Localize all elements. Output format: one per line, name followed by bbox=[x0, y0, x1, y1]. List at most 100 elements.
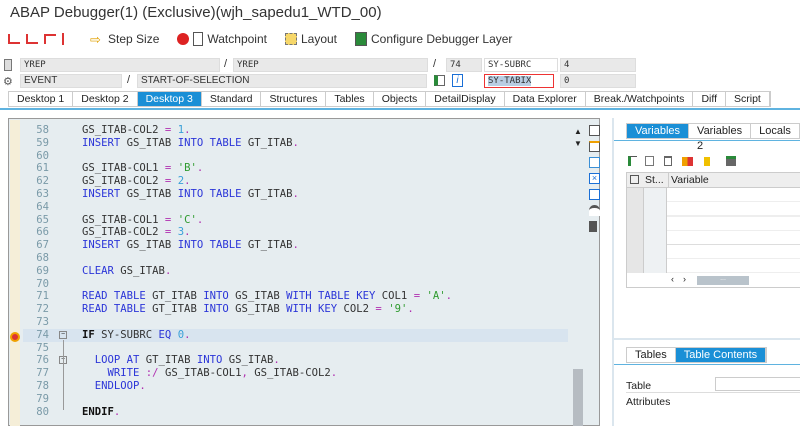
table-input[interactable] bbox=[715, 377, 800, 391]
code-token: 'A' bbox=[426, 290, 446, 303]
variable-rows[interactable] bbox=[666, 188, 800, 273]
code-line[interactable]: 76 LOOP AT GT_ITAB INTO GS_ITAB. bbox=[23, 354, 568, 367]
tab-diff[interactable]: Diff bbox=[693, 92, 726, 106]
tab-structures[interactable]: Structures bbox=[261, 92, 327, 106]
tab-locals[interactable]: Locals bbox=[751, 124, 800, 138]
tab-script[interactable]: Script bbox=[726, 92, 770, 106]
code-line[interactable]: 58 GS_ITAB-COL2 = 1. bbox=[23, 124, 568, 137]
breakpoint-gutter[interactable] bbox=[10, 120, 20, 426]
code-line[interactable]: 80 ENDIF. bbox=[23, 406, 568, 419]
tab-standard[interactable]: Standard bbox=[202, 92, 262, 106]
add-variable-icon[interactable] bbox=[628, 156, 637, 166]
code-token: :/ bbox=[145, 367, 165, 380]
fold-toggle-icon[interactable]: − bbox=[59, 331, 67, 339]
configure-debugger-layer-button[interactable]: Configure Debugger Layer bbox=[355, 32, 512, 46]
layout-button[interactable]: Layout bbox=[284, 32, 337, 46]
code-line[interactable]: 66 GS_ITAB-COL2 = 3. bbox=[23, 226, 568, 239]
expand-width-icon[interactable] bbox=[589, 189, 600, 200]
status-column-header[interactable]: St... bbox=[645, 173, 664, 187]
tab-desktop-1[interactable]: Desktop 1 bbox=[9, 92, 74, 106]
split-icon[interactable] bbox=[704, 157, 710, 166]
source-code-editor[interactable]: 58 GS_ITAB-COL2 = 1. 59 INSERT GS_ITAB INTO… bbox=[8, 118, 600, 426]
execute-step-icon[interactable] bbox=[26, 34, 38, 44]
line-number: 65 bbox=[36, 213, 49, 226]
tab-table-contents[interactable]: Table Contents bbox=[675, 348, 767, 362]
watchpoint-button[interactable]: Watchpoint bbox=[177, 32, 267, 46]
fold-line bbox=[63, 340, 64, 410]
panel-divider bbox=[614, 338, 800, 340]
code-line[interactable]: 69 CLEAR GS_ITAB. bbox=[23, 265, 568, 278]
tab-tables[interactable]: Tables bbox=[326, 92, 374, 106]
step-size-button[interactable]: ⇨ Step Size bbox=[90, 32, 159, 47]
code-text: LOOP AT GT_ITAB INTO GS_ITAB. bbox=[82, 354, 280, 367]
tab-variables-2[interactable]: Variables 2 bbox=[689, 124, 752, 152]
horizontal-scroll-thumb[interactable]: ... bbox=[697, 275, 749, 285]
tab-data-explorer[interactable]: Data Explorer bbox=[505, 92, 586, 106]
scroll-right-icon[interactable]: › bbox=[683, 274, 686, 284]
tab-objects[interactable]: Objects bbox=[374, 92, 427, 106]
sy-subrc-field[interactable]: SY-SUBRC bbox=[484, 58, 558, 72]
tab-desktop-3[interactable]: Desktop 3 bbox=[137, 92, 202, 106]
stop-icon bbox=[177, 33, 190, 45]
tools-icon[interactable] bbox=[589, 221, 597, 232]
code-line[interactable]: 65 GS_ITAB-COL1 = 'C'. bbox=[23, 214, 568, 227]
refresh-icon[interactable] bbox=[589, 157, 600, 168]
headset-icon[interactable] bbox=[589, 205, 600, 216]
grid-settings-icon[interactable] bbox=[630, 175, 639, 184]
code-line[interactable]: 72 READ TABLE GT_ITAB INTO GS_ITAB WITH K… bbox=[23, 303, 568, 316]
breakpoint-icon[interactable] bbox=[10, 332, 20, 342]
code-line[interactable]: 70 bbox=[23, 278, 568, 291]
code-line[interactable]: 77 WRITE :/ GS_ITAB-COL1, GS_ITAB-COL2. bbox=[23, 367, 568, 380]
code-line[interactable]: 62 GS_ITAB-COL2 = 2. bbox=[23, 175, 568, 188]
code-token: GT_ITAB bbox=[152, 290, 204, 303]
tab-detaildisplay[interactable]: DetailDisplay bbox=[426, 92, 505, 106]
watchpoint-label: Watchpoint bbox=[207, 32, 267, 46]
code-text: WRITE :/ GS_ITAB-COL1, GS_ITAB-COL2. bbox=[82, 367, 338, 380]
current-code-line[interactable]: 74 IF SY-SUBRC EQ 0. bbox=[23, 328, 568, 342]
code-token: ENDLOOP bbox=[94, 379, 140, 392]
continue-icon[interactable] bbox=[62, 33, 74, 45]
filter-icon[interactable] bbox=[726, 156, 736, 166]
code-line[interactable]: 59 INSERT GS_ITAB INTO TABLE GT_ITAB. bbox=[23, 137, 568, 150]
divider bbox=[626, 392, 800, 393]
row-selectors[interactable] bbox=[627, 188, 643, 273]
code-text: GS_ITAB-COL2 = 2. bbox=[82, 175, 190, 188]
variable-column-header[interactable]: Variable bbox=[668, 173, 709, 188]
delete-icon[interactable] bbox=[664, 156, 672, 166]
line-number: 79 bbox=[36, 392, 49, 405]
tab-break-watchpoints[interactable]: Break./Watchpoints bbox=[586, 92, 694, 106]
code-line[interactable]: 68 bbox=[23, 252, 568, 265]
code-line[interactable]: 61 GS_ITAB-COL1 = 'B'. bbox=[23, 162, 568, 175]
settings-icon[interactable] bbox=[589, 125, 600, 136]
line-number: 70 bbox=[36, 277, 49, 290]
table-tabs: Tables Table Contents bbox=[626, 347, 768, 363]
scroll-down-icon[interactable]: ▼ bbox=[574, 139, 582, 148]
compare-icon[interactable] bbox=[682, 157, 693, 166]
scroll-left-icon[interactable]: ‹ bbox=[671, 274, 674, 284]
edit-variable-icon[interactable] bbox=[645, 156, 654, 166]
tab-tables[interactable]: Tables bbox=[627, 348, 676, 362]
code-line[interactable]: 71 READ TABLE GT_ITAB INTO GS_ITAB WITH T… bbox=[23, 290, 568, 303]
code-line[interactable]: 64 bbox=[23, 201, 568, 214]
code-line[interactable]: 60 bbox=[23, 150, 568, 163]
info-icon[interactable]: i bbox=[452, 74, 463, 87]
code-line[interactable]: 75 bbox=[23, 342, 568, 355]
code-line[interactable]: 78 ENDLOOP. bbox=[23, 380, 568, 393]
single-step-icon[interactable] bbox=[8, 34, 20, 44]
code-text: INSERT GS_ITAB INTO TABLE GT_ITAB. bbox=[82, 188, 299, 201]
attributes-label: Attributes bbox=[626, 396, 671, 408]
navigate-icon[interactable] bbox=[434, 75, 445, 86]
tab-variables-1[interactable]: Variables 1 bbox=[627, 124, 690, 152]
tab-desktop-2[interactable]: Desktop 2 bbox=[73, 92, 138, 106]
code-line[interactable]: 79 bbox=[23, 393, 568, 406]
scroll-up-icon[interactable]: ▲ bbox=[574, 127, 582, 136]
return-icon[interactable] bbox=[44, 34, 56, 44]
close-icon[interactable]: × bbox=[589, 173, 600, 184]
sy-tabix-field[interactable]: SY-TABIX bbox=[484, 74, 554, 88]
code-line[interactable]: 73 bbox=[23, 316, 568, 329]
new-breakpoint-icon[interactable] bbox=[589, 141, 600, 152]
code-token: GS_ITAB bbox=[126, 239, 178, 252]
code-line[interactable]: 63 INSERT GS_ITAB INTO TABLE GT_ITAB. bbox=[23, 188, 568, 201]
code-line[interactable]: 67 INSERT GS_ITAB INTO TABLE GT_ITAB. bbox=[23, 239, 568, 252]
scrollbar-thumb[interactable] bbox=[573, 369, 583, 426]
